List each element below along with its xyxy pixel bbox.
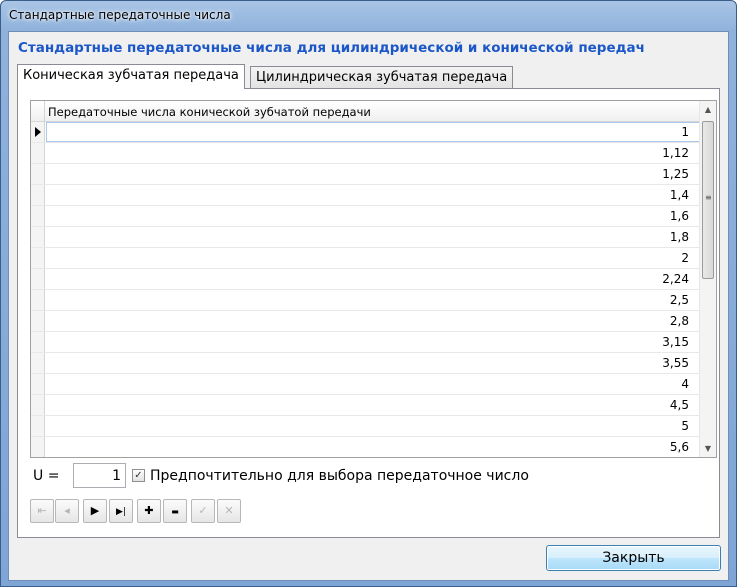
table-row[interactable]: 2,5 (31, 290, 701, 311)
nav-next-button[interactable]: ▶ (83, 499, 107, 523)
ratio-cell[interactable]: 3,55 (46, 353, 701, 373)
ratio-cell[interactable]: 1,8 (46, 227, 701, 247)
next-record-icon: ▶ (90, 504, 100, 517)
checkbox-box[interactable]: ✓ (132, 469, 145, 482)
row-indicator[interactable] (31, 269, 45, 289)
grid-header: Передаточные числа конической зубчатой п… (31, 101, 701, 122)
row-indicator[interactable] (31, 353, 45, 373)
table-row[interactable]: 1,8 (31, 227, 701, 248)
vertical-scrollbar[interactable]: ▲ ≡ ▼ (699, 101, 716, 457)
row-indicator[interactable] (31, 143, 45, 163)
nav-delete-button[interactable]: ▬ (163, 499, 187, 523)
cancel-icon: ✕ (224, 504, 234, 517)
ratio-cell[interactable]: 5,6 (46, 437, 701, 457)
scroll-thumb[interactable]: ≡ (702, 121, 714, 279)
grid-corner (31, 101, 45, 122)
ratio-cell[interactable]: 2 (46, 248, 701, 268)
row-indicator[interactable] (31, 248, 45, 268)
ratio-cell[interactable]: 1,12 (46, 143, 701, 163)
u-label: U = (33, 468, 60, 484)
table-row[interactable]: 1,4 (31, 185, 701, 206)
minus-icon: ▬ (171, 507, 179, 516)
table-row[interactable]: 3,15 (31, 332, 701, 353)
ratio-cell[interactable]: 3,15 (46, 332, 701, 352)
nav-last-button[interactable]: ▶| (109, 499, 133, 523)
column-header-ratios[interactable]: Передаточные числа конической зубчатой п… (48, 105, 371, 119)
tab-cylindrical[interactable]: Цилиндрическая зубчатая передача (250, 66, 514, 88)
tab-panel-conical: Передаточные числа конической зубчатой п… (17, 88, 720, 538)
table-row[interactable]: 1,6 (31, 206, 701, 227)
preferred-checkbox-label[interactable]: Предпочтительно для выбора передаточное … (150, 468, 529, 484)
scroll-down-icon[interactable]: ▼ (700, 440, 716, 457)
check-icon: ✓ (198, 504, 208, 517)
ratio-cell[interactable]: 4,5 (46, 395, 701, 415)
row-indicator[interactable] (31, 311, 45, 331)
row-indicator[interactable] (31, 122, 45, 142)
table-row[interactable]: 3,55 (31, 353, 701, 374)
nav-cancel-button[interactable]: ✕ (217, 499, 241, 523)
table-row[interactable]: 1 (31, 122, 701, 143)
ratio-cell[interactable]: 1,6 (46, 206, 701, 226)
title-bar[interactable]: Стандартные передаточные числа (1, 1, 736, 31)
table-row[interactable]: 1,25 (31, 164, 701, 185)
scroll-up-icon[interactable]: ▲ (700, 101, 716, 118)
u-value-input[interactable] (73, 463, 126, 488)
row-indicator[interactable] (31, 227, 45, 247)
ratios-grid[interactable]: Передаточные числа конической зубчатой п… (30, 100, 717, 458)
ratio-cell[interactable]: 2,8 (46, 311, 701, 331)
grip-icon: ≡ (705, 193, 712, 202)
row-indicator[interactable] (31, 416, 45, 436)
table-row[interactable]: 1,12 (31, 143, 701, 164)
ratio-cell[interactable]: 1,4 (46, 185, 701, 205)
ratio-cell[interactable]: 4 (46, 374, 701, 394)
table-row[interactable]: 2 (31, 248, 701, 269)
prior-record-icon: ◂ (64, 504, 70, 517)
app-window: Стандартные передаточные числа Стандартн… (0, 0, 737, 587)
grid-rows: 1 1,12 1,25 1,4 1,6 1,8 2 2,24 2,5 2,8 3,15 3,55 4 4,… (31, 122, 701, 457)
first-record-icon: ⇤ (37, 504, 47, 517)
table-row[interactable]: 4,5 (31, 395, 701, 416)
row-indicator[interactable] (31, 395, 45, 415)
nav-first-button[interactable]: ⇤ (30, 499, 54, 523)
ratio-cell[interactable]: 1 (46, 122, 701, 142)
plus-icon: ✚ (144, 504, 154, 517)
row-indicator[interactable] (31, 206, 45, 226)
table-row[interactable]: 5 (31, 416, 701, 437)
table-row[interactable]: 4 (31, 374, 701, 395)
page-title: Стандартные передаточные числа для цилин… (18, 40, 645, 56)
row-indicator[interactable] (31, 164, 45, 184)
nav-insert-button[interactable]: ✚ (137, 499, 161, 523)
row-indicator[interactable] (31, 374, 45, 394)
current-row-arrow-icon (35, 127, 41, 137)
close-button[interactable]: Закрыть (546, 545, 721, 571)
ratio-cell[interactable]: 5 (46, 416, 701, 436)
client-area: Стандартные передаточные числа для цилин… (8, 31, 729, 581)
table-row[interactable]: 2,8 (31, 311, 701, 332)
nav-post-button[interactable]: ✓ (191, 499, 215, 523)
ratio-cell[interactable]: 2,5 (46, 290, 701, 310)
tab-conical[interactable]: Коническая зубчатая передача (17, 64, 245, 89)
nav-prior-button[interactable]: ◂ (55, 499, 79, 523)
row-indicator[interactable] (31, 290, 45, 310)
row-indicator[interactable] (31, 332, 45, 352)
row-indicator[interactable] (31, 185, 45, 205)
table-row[interactable]: 2,24 (31, 269, 701, 290)
row-indicator[interactable] (31, 437, 45, 457)
ratio-cell[interactable]: 2,24 (46, 269, 701, 289)
window-title: Стандартные передаточные числа (9, 8, 231, 22)
table-row[interactable]: 5,6 (31, 437, 701, 457)
ratio-cell[interactable]: 1,25 (46, 164, 701, 184)
last-record-icon: ▶| (116, 507, 126, 517)
